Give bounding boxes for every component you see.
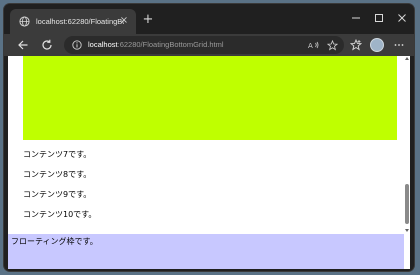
content-item-10: コンテンツ10です。 <box>23 210 97 219</box>
new-tab-icon[interactable]: + <box>141 13 155 27</box>
svg-text:A: A <box>308 42 313 50</box>
url-text: localhost:62280/FloatingBottomGrid.html <box>88 39 224 51</box>
favorite-icon[interactable] <box>326 39 338 51</box>
url-path: :62280/FloatingBottomGrid.html <box>117 40 224 49</box>
maximize-icon[interactable] <box>372 13 386 27</box>
content-item-7: コンテンツ7です。 <box>23 150 92 159</box>
content-item-8: コンテンツ8です。 <box>23 170 92 179</box>
more-icon[interactable] <box>392 38 406 52</box>
extensions-icon[interactable] <box>349 38 363 52</box>
page-viewport: コンテンツ7です。 コンテンツ8です。 コンテンツ9です。 コンテンツ10です。… <box>8 56 410 269</box>
navigation-toolbar: localhost:62280/FloatingBottomGrid.html … <box>4 34 414 56</box>
address-bar[interactable]: localhost:62280/FloatingBottomGrid.html … <box>64 36 344 54</box>
close-tab-icon[interactable]: × <box>118 15 130 27</box>
browser-tab[interactable]: localhost:62280/FloatingBottomGr × <box>10 9 136 34</box>
scroll-up-arrow-icon[interactable] <box>405 57 409 60</box>
tab-strip: localhost:62280/FloatingBottomGr × + <box>4 4 414 34</box>
tab-title: localhost:62280/FloatingBottomGr <box>36 17 124 26</box>
minimize-icon[interactable] <box>349 13 363 27</box>
floating-bottom-panel: フローティング枠です。 <box>8 234 404 269</box>
scroll-thumb[interactable] <box>405 184 409 224</box>
info-icon[interactable] <box>71 39 83 51</box>
scroll-down-arrow-icon[interactable] <box>405 229 409 232</box>
floating-panel-label: フローティング枠です。 <box>11 237 98 246</box>
vertical-scrollbar[interactable] <box>404 56 410 234</box>
url-host: localhost <box>88 40 118 49</box>
globe-icon <box>18 16 30 28</box>
content-item-9: コンテンツ9です。 <box>23 190 92 199</box>
green-content-block <box>23 56 397 140</box>
profile-avatar[interactable] <box>370 38 384 52</box>
close-window-icon[interactable] <box>395 13 409 27</box>
read-aloud-icon[interactable]: A <box>308 39 320 51</box>
browser-window: localhost:62280/FloatingBottomGr × + <box>4 4 414 271</box>
reload-icon[interactable] <box>40 38 54 52</box>
back-icon[interactable] <box>16 38 30 52</box>
